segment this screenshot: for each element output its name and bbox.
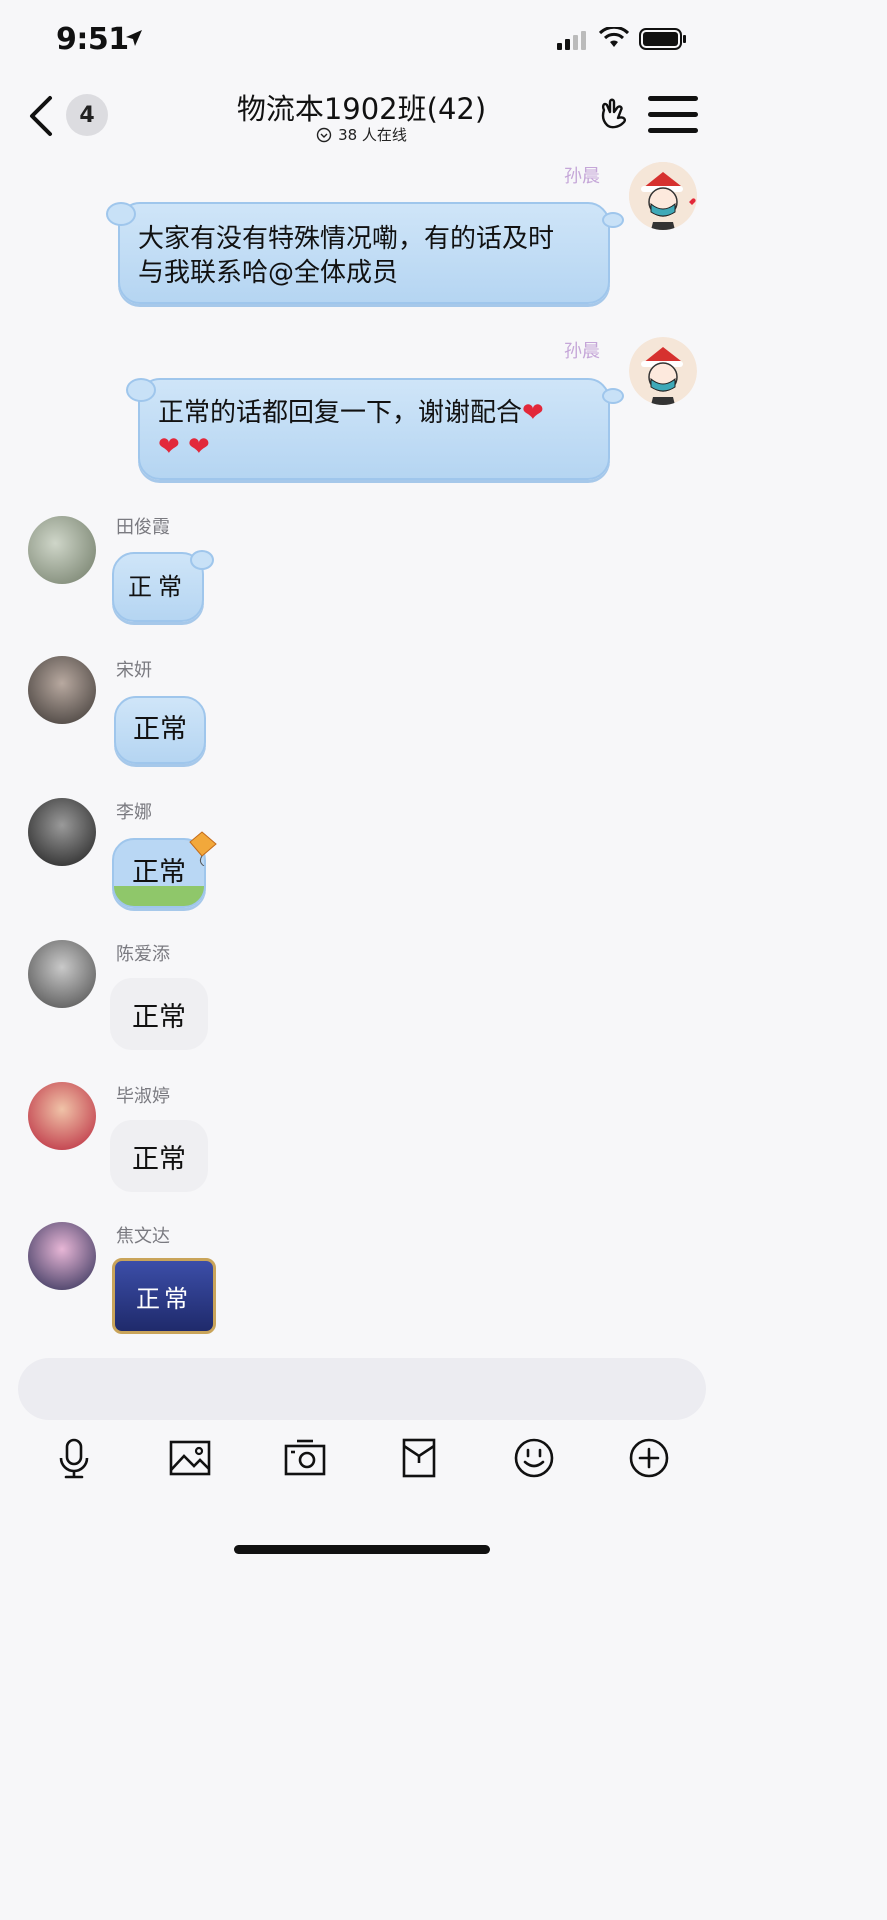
message-bubble[interactable]: 正常 [110, 978, 208, 1050]
message-text: 正常 [128, 573, 188, 601]
message-text-line: 大家有没有特殊情况嘞，有的话及时 [138, 224, 555, 254]
home-indicator[interactable] [234, 1545, 490, 1554]
message-text-line: 正常的话都回复一下，谢谢配合 [158, 398, 523, 428]
chevron-circle-icon [316, 127, 332, 142]
battery-icon [639, 28, 686, 50]
avatar[interactable] [28, 940, 96, 1008]
heart-emoji-icon: ❤ [522, 398, 544, 428]
bubble-decoration [602, 212, 624, 228]
bubble-decoration [126, 378, 156, 402]
avatar[interactable] [629, 337, 697, 405]
image-icon[interactable] [168, 1436, 212, 1480]
message-text: 正常 [132, 1001, 186, 1033]
message-bubble[interactable]: 正常 [112, 550, 214, 622]
location-arrow-icon [126, 30, 142, 46]
message-input[interactable] [18, 1358, 706, 1420]
message-text: 正常 [136, 1284, 192, 1313]
message-bubble[interactable]: 正常 [112, 831, 217, 908]
message-bubble[interactable]: 正常 [114, 696, 206, 764]
sender-name: 毕淑婷 [116, 1086, 170, 1107]
plus-icon[interactable] [627, 1436, 671, 1480]
avatar[interactable] [28, 1082, 96, 1150]
chat-header: 4 物流本1902班(42) 38 人在线 [0, 80, 723, 152]
camera-icon[interactable] [283, 1436, 327, 1480]
cartoon-avatar-icon [629, 162, 697, 230]
sender-name: 孙晨 [564, 341, 600, 362]
message-text: 正常 [132, 857, 186, 888]
message-text-line: 与我联系哈@全体成员 [138, 258, 399, 288]
sender-name: 陈爱添 [116, 944, 170, 965]
message-bubble[interactable]: 大家有没有特殊情况嘞，有的话及时 与我联系哈@全体成员 [106, 202, 624, 304]
message-text: 正常 [133, 714, 187, 745]
input-toolbar [0, 1436, 723, 1496]
sender-name: 李娜 [116, 802, 152, 823]
sender-name: 焦文达 [116, 1226, 170, 1247]
bubble-decoration [602, 388, 624, 404]
menu-icon[interactable] [648, 94, 700, 136]
sender-name: 孙晨 [564, 166, 600, 187]
avatar[interactable] [28, 516, 96, 584]
microphone-icon[interactable] [52, 1436, 96, 1480]
online-count: 38 人在线 [338, 126, 407, 144]
message-bubble[interactable]: 正常的话都回复一下，谢谢配合❤ ❤ ❤ [126, 378, 624, 480]
message-bubble[interactable]: 正常 [112, 1258, 216, 1334]
emoji-icon[interactable] [512, 1436, 556, 1480]
cartoon-avatar-icon [629, 337, 697, 405]
avatar[interactable] [629, 162, 697, 230]
bubble-decoration [190, 550, 214, 570]
avatar[interactable] [28, 798, 96, 866]
sender-name: 田俊霞 [116, 517, 170, 538]
heart-emoji-icons: ❤ ❤ [158, 432, 210, 462]
sender-name: 宋妍 [116, 660, 152, 681]
avatar[interactable] [28, 656, 96, 724]
status-bar: 9:51 [0, 0, 723, 78]
avatar[interactable] [28, 1222, 96, 1290]
wifi-icon [599, 27, 629, 47]
bubble-decoration [106, 202, 136, 226]
message-bubble[interactable]: 正常 [110, 1120, 208, 1192]
message-text: 正常 [132, 1143, 186, 1175]
kite-icon [189, 831, 217, 866]
status-time: 9:51 [56, 22, 129, 57]
hand-gesture-icon[interactable] [596, 96, 632, 132]
signal-icon [557, 31, 586, 50]
red-packet-icon[interactable] [397, 1436, 441, 1480]
